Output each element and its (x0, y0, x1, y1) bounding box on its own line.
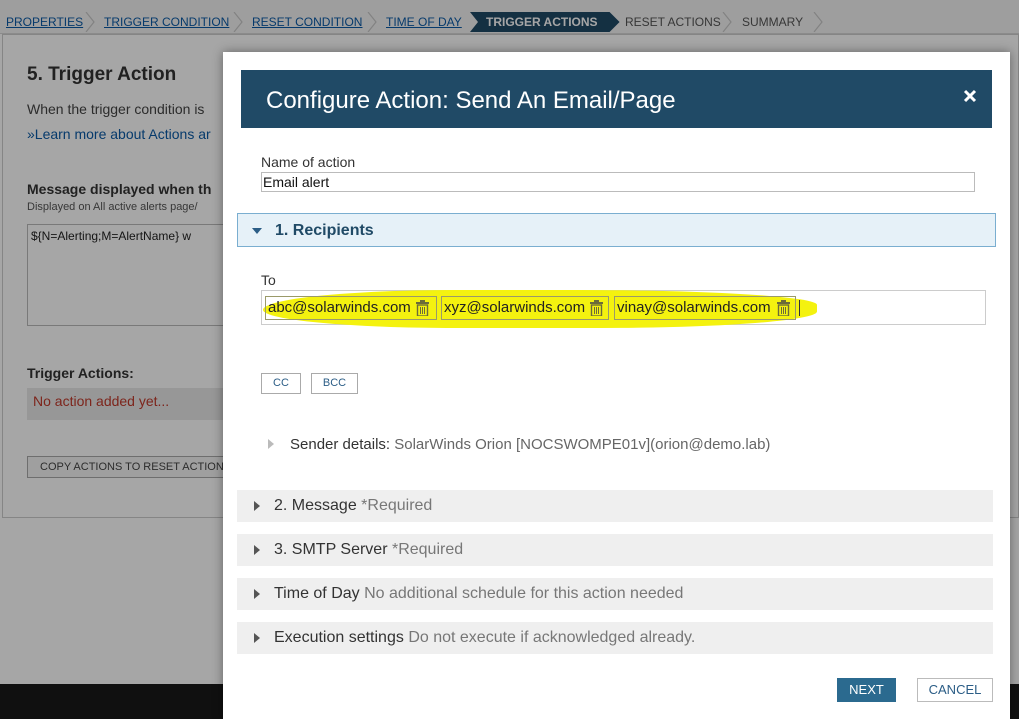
recipient-email: xyz@solarwinds.com (444, 299, 586, 316)
caret-right-icon (254, 501, 260, 511)
caret-right-icon[interactable] (268, 439, 274, 449)
recipients-section-title: 1. Recipients (275, 222, 374, 239)
caret-right-icon (254, 545, 260, 555)
message-section-header[interactable]: 2. Message *Required (237, 490, 993, 522)
dialog-header: Configure Action: Send An Email/Page (241, 70, 992, 128)
recipients-section-header[interactable]: 1. Recipients (237, 213, 996, 247)
sender-details[interactable]: Sender details: SolarWinds Orion [NOCSWO… (290, 436, 770, 453)
dialog-title: Configure Action: Send An Email/Page (266, 87, 676, 114)
name-of-action-label: Name of action (261, 154, 356, 170)
smtp-server-section-header[interactable]: 3. SMTP Server *Required (237, 534, 993, 566)
section-subtitle: *Required (361, 497, 433, 514)
section-subtitle: Do not execute if acknowledged already. (408, 629, 696, 646)
bcc-button[interactable]: BCC (311, 373, 358, 394)
sender-details-label: Sender details: (290, 436, 391, 453)
section-subtitle: No additional schedule for this action n… (364, 585, 684, 602)
section-title: Time of Day (274, 585, 360, 602)
close-icon[interactable] (962, 88, 978, 104)
section-subtitle: *Required (391, 541, 464, 558)
trash-icon[interactable] (416, 300, 429, 316)
caret-right-icon (254, 589, 260, 599)
recipient-tag: xyz@solarwinds.com (441, 296, 609, 320)
time-of-day-section-header[interactable]: Time of Day No additional schedule for t… (237, 578, 993, 610)
name-of-action-input[interactable] (261, 172, 975, 192)
configure-action-dialog: Configure Action: Send An Email/Page Nam… (223, 52, 1010, 719)
recipient-tag: abc@solarwinds.com (265, 296, 437, 320)
next-button[interactable]: NEXT (837, 678, 896, 702)
trash-icon[interactable] (777, 300, 790, 316)
recipient-email: vinay@solarwinds.com (617, 299, 771, 316)
section-title: 3. SMTP Server (274, 541, 388, 558)
section-title: Execution settings (274, 629, 404, 646)
section-title: 2. Message (274, 497, 357, 514)
recipient-email: abc@solarwinds.com (268, 299, 411, 316)
recipient-tag: vinay@solarwinds.com (614, 296, 796, 320)
to-label: To (261, 272, 276, 288)
cc-button[interactable]: CC (261, 373, 301, 394)
caret-down-icon (252, 228, 262, 234)
text-cursor (799, 300, 800, 316)
caret-right-icon (254, 633, 260, 643)
trash-icon[interactable] (590, 300, 603, 316)
execution-settings-section-header[interactable]: Execution settings Do not execute if ack… (237, 622, 993, 654)
sender-details-value: SolarWinds Orion [NOCSWOMPE01v](orion@de… (394, 436, 771, 453)
cancel-button[interactable]: CANCEL (917, 678, 993, 702)
